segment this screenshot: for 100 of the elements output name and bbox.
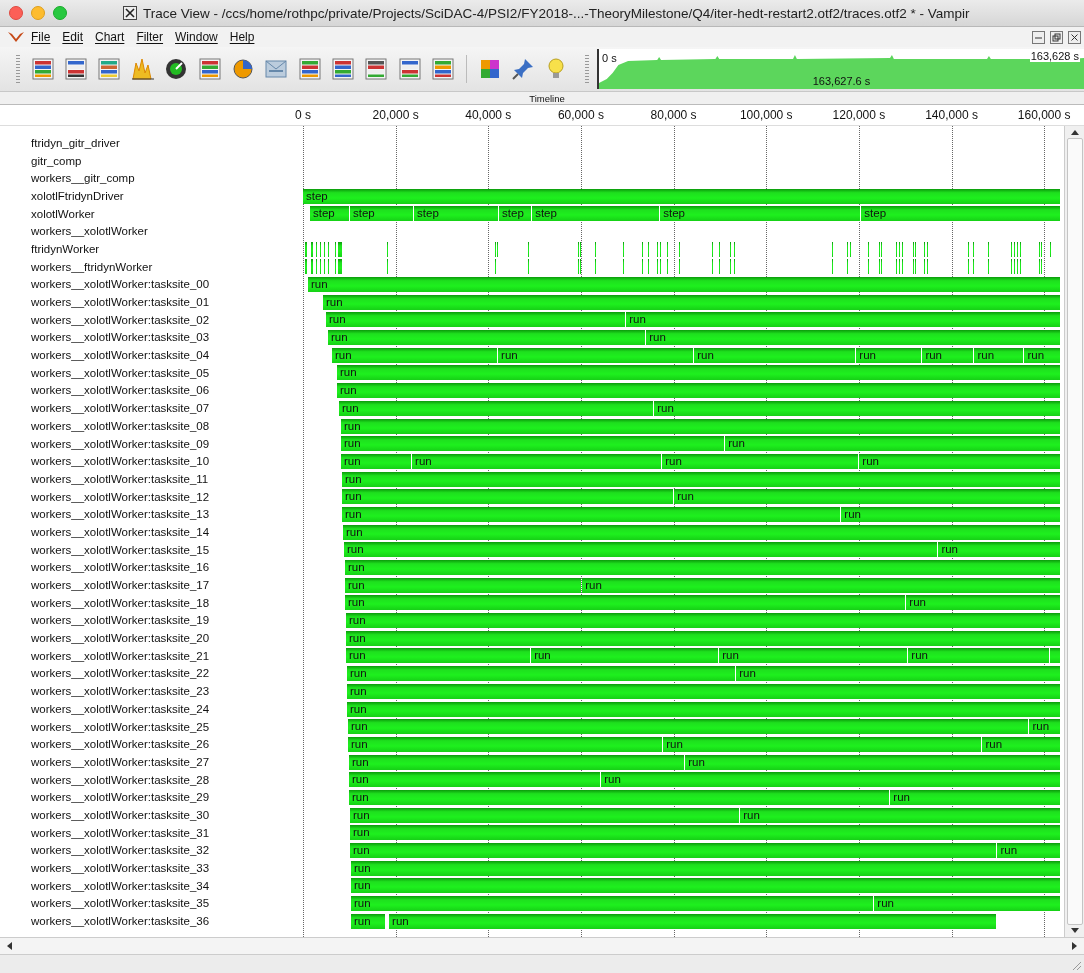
event-mark[interactable]	[316, 259, 317, 275]
state-bar[interactable]: run	[498, 347, 694, 363]
state-bar[interactable]: run	[337, 365, 1060, 381]
state-bar[interactable]: run	[328, 330, 646, 346]
state-bar[interactable]: run	[663, 736, 982, 752]
state-bar[interactable]: run	[906, 595, 1060, 611]
state-bar[interactable]: run	[582, 577, 1060, 593]
event-mark[interactable]	[1041, 241, 1043, 257]
event-mark[interactable]	[1041, 259, 1043, 275]
event-mark[interactable]	[623, 241, 625, 257]
state-bar[interactable]: run	[841, 506, 1060, 522]
event-mark[interactable]	[338, 241, 342, 257]
event-mark[interactable]	[660, 259, 662, 275]
event-mark[interactable]	[328, 241, 329, 257]
state-bar[interactable]: run	[601, 772, 1060, 788]
state-bar[interactable]: run	[662, 453, 859, 469]
event-mark[interactable]	[657, 259, 659, 275]
event-mark[interactable]	[881, 241, 883, 257]
state-bar[interactable]: run	[346, 648, 531, 664]
event-mark[interactable]	[594, 259, 596, 275]
event-mark[interactable]	[927, 259, 929, 275]
event-mark[interactable]	[324, 259, 325, 275]
state-bar[interactable]: run	[974, 347, 1024, 363]
event-mark[interactable]	[712, 259, 714, 275]
event-mark[interactable]	[832, 241, 834, 257]
state-bar[interactable]: run	[345, 577, 582, 593]
event-mark[interactable]	[305, 241, 307, 257]
event-mark[interactable]	[660, 241, 662, 257]
event-mark[interactable]	[973, 259, 975, 275]
event-mark[interactable]	[1049, 241, 1051, 257]
state-bar[interactable]: run	[674, 489, 1060, 505]
state-bar[interactable]: run	[341, 436, 725, 452]
event-mark[interactable]	[338, 259, 342, 275]
state-bar[interactable]: run	[346, 613, 1060, 629]
event-mark[interactable]	[924, 241, 926, 257]
event-mark[interactable]	[335, 259, 336, 275]
state-bar[interactable]: run	[351, 860, 1060, 876]
state-bar[interactable]: run	[719, 648, 908, 664]
event-mark[interactable]	[1011, 241, 1013, 257]
state-bar[interactable]: run	[347, 666, 736, 682]
event-mark[interactable]	[679, 241, 681, 257]
event-mark[interactable]	[305, 259, 307, 275]
pie-chart-icon[interactable]	[230, 57, 255, 81]
state-bar[interactable]: run	[856, 347, 922, 363]
state-bar[interactable]: run	[345, 595, 906, 611]
menu-item[interactable]: Window	[170, 30, 223, 44]
state-bar[interactable]: run	[890, 789, 1060, 805]
event-mark[interactable]	[1014, 259, 1016, 275]
state-bar[interactable]: run	[342, 489, 674, 505]
menu-item[interactable]: Edit	[57, 30, 89, 44]
state-bar[interactable]: run	[654, 400, 1060, 416]
event-mark[interactable]	[898, 259, 900, 275]
scroll-thumb[interactable]	[1066, 138, 1083, 925]
state-bar[interactable]: run	[626, 312, 1060, 328]
gauge-icon[interactable]	[164, 57, 189, 81]
menu-item[interactable]: Filter	[131, 30, 169, 44]
stripes-chart-icon[interactable]	[30, 57, 55, 81]
toolbar-grip[interactable]	[16, 55, 20, 83]
state-bar[interactable]: run	[725, 436, 1060, 452]
horizontal-scrollbar[interactable]	[0, 937, 1084, 955]
state-bar[interactable]: run	[350, 825, 1060, 841]
scroll-left-icon[interactable]	[6, 941, 14, 951]
event-mark[interactable]	[1020, 259, 1022, 275]
event-mark[interactable]	[679, 259, 681, 275]
state-bar[interactable]: run	[347, 701, 1060, 717]
state-bar[interactable]: run	[351, 878, 1060, 894]
event-mark[interactable]	[712, 241, 714, 257]
state-bar[interactable]: run	[350, 807, 740, 823]
event-mark[interactable]	[667, 241, 669, 257]
resize-grip-icon[interactable]	[1070, 959, 1082, 971]
event-mark[interactable]	[729, 259, 731, 275]
state-bar[interactable]: step	[414, 206, 499, 222]
event-mark[interactable]	[895, 259, 897, 275]
state-bar[interactable]: run	[341, 418, 1060, 434]
vertical-scrollbar[interactable]	[1064, 126, 1084, 937]
event-mark[interactable]	[1014, 241, 1016, 257]
state-bar[interactable]: run	[982, 736, 1060, 752]
scroll-down-icon[interactable]	[1069, 927, 1080, 935]
event-mark[interactable]	[667, 259, 669, 275]
event-mark[interactable]	[657, 241, 659, 257]
event-mark[interactable]	[878, 259, 880, 275]
event-mark[interactable]	[895, 241, 897, 257]
event-mark[interactable]	[967, 241, 969, 257]
event-mark[interactable]	[495, 259, 497, 275]
event-mark[interactable]	[881, 259, 883, 275]
state-bar[interactable]: run	[343, 524, 1060, 540]
close-icon[interactable]	[1068, 30, 1081, 44]
event-mark[interactable]	[311, 241, 313, 257]
pin-icon[interactable]	[510, 57, 535, 81]
scroll-up-icon[interactable]	[1069, 128, 1080, 136]
event-mark[interactable]	[311, 259, 313, 275]
state-bar[interactable]: run	[685, 754, 1060, 770]
minimize-icon[interactable]	[31, 6, 45, 20]
state-bar[interactable]: run	[347, 683, 1060, 699]
event-mark[interactable]	[868, 259, 870, 275]
state-bar[interactable]: run	[351, 913, 386, 929]
state-bar[interactable]: run	[1024, 347, 1060, 363]
histogram-icon[interactable]	[130, 57, 155, 81]
event-mark[interactable]	[623, 259, 625, 275]
minimize-icon[interactable]	[1032, 30, 1045, 44]
